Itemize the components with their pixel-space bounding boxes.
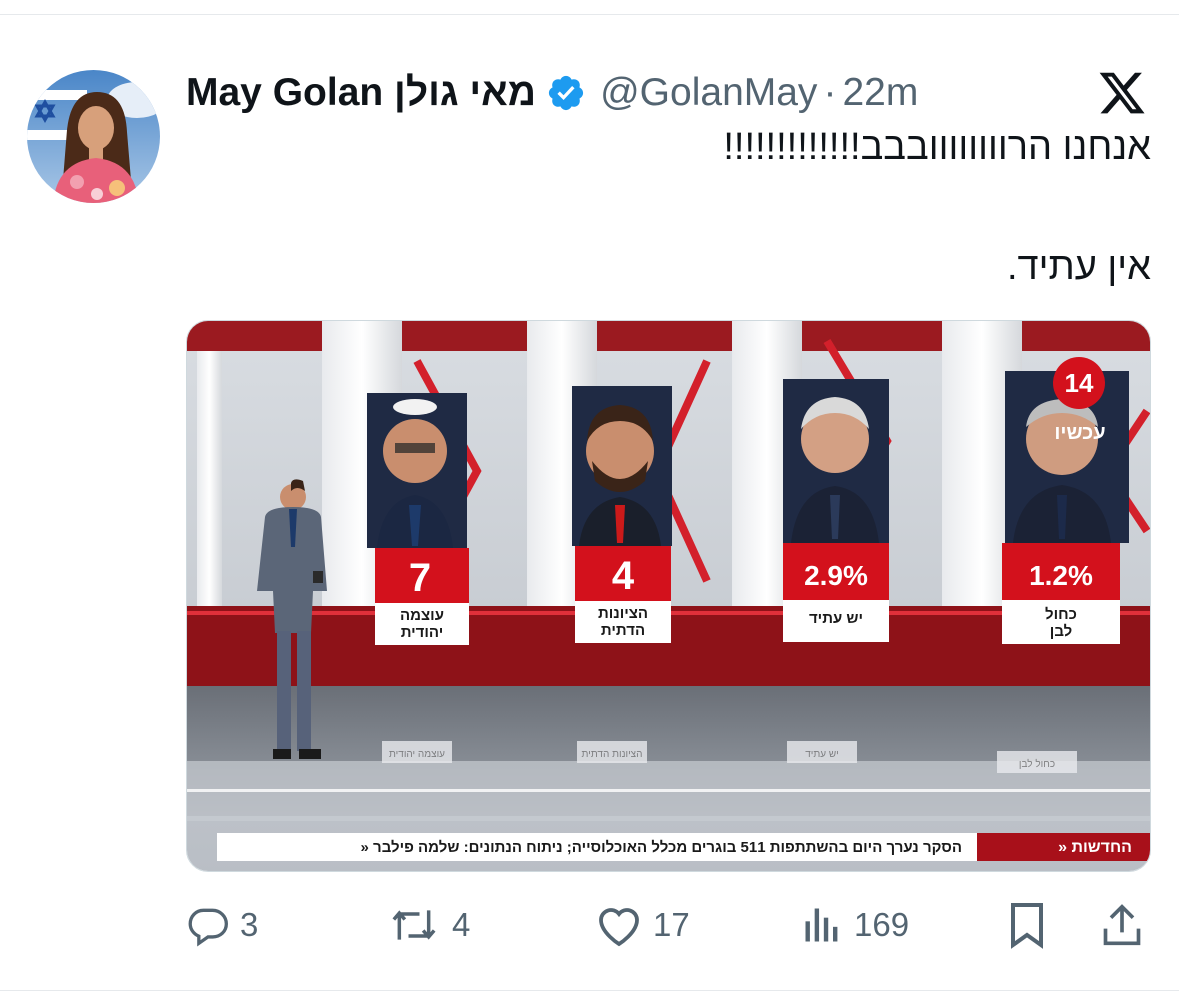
x-logo-icon[interactable] [1096,68,1148,118]
party-name-2a: הציונות [598,605,648,622]
floor-label-4: כחול לבן [1019,758,1055,770]
channel-number: 14 [1065,368,1094,398]
party-value-1: 7 [409,556,431,600]
views-button[interactable]: 169 [800,895,909,955]
tweet-text-line-2: אין עתיד. [1006,246,1151,288]
like-button[interactable]: 17 [595,895,690,955]
floor-label-2: הציונות הדתית [582,749,643,760]
party-name-3a: יש עתיד [809,610,863,627]
party-card-4 [1002,357,1129,644]
separator-dot: · [823,71,837,114]
studio-scene: 7 עוצמה יהודית 4 הציונות הדתית 2.9% יש ע… [187,321,1150,871]
party-name-2b: הדתית [601,622,645,639]
channel-tag: עכשיו [1054,422,1105,444]
party-name-4a: כחול [1045,606,1077,623]
party-value-2: 4 [612,554,635,598]
timestamp[interactable]: 22m [842,71,918,115]
floor-label-3: יש עתיד [805,749,839,760]
party-card-3 [783,379,889,642]
handle[interactable]: @GolanMay [600,71,817,115]
ticker-text: » הסקר נערך היום בהשתתפות 511 בוגרים מכל… [361,839,962,856]
bottom-divider [0,990,1179,991]
views-icon [805,908,838,942]
party-value-3: 2.9% [804,560,868,591]
repost-button[interactable]: 4 [386,895,470,955]
party-name-1a: עוצמה [400,607,444,624]
reply-button[interactable]: 3 [186,895,258,955]
avatar[interactable] [27,70,160,203]
share-button[interactable] [1100,895,1144,955]
bookmark-button[interactable] [1005,895,1049,955]
party-name-4b: לבן [1050,623,1072,640]
bookmark-icon [1011,903,1043,949]
tweet-text-line-1: אנחנו הרוווווווובבב!!!!!!!!!!!!! [723,126,1151,168]
floor-label-1: עוצמה יהודית [389,749,445,760]
tweet-header: May Golan מאי גולן @GolanMay · 22m [186,68,918,118]
ticker-brand: » החדשות [1058,839,1132,856]
party-name-1b: יהודית [401,624,444,641]
share-icon [1103,904,1141,946]
reply-icon [188,908,228,947]
top-divider [0,14,1179,15]
like-count: 17 [653,906,690,943]
party-value-4: 1.2% [1029,560,1093,591]
display-name[interactable]: May Golan מאי גולן [186,71,536,115]
views-count: 169 [854,906,910,943]
repost-icon [392,910,436,940]
tweet-action-bar: 3 4 17 169 [0,895,1179,955]
tweet-media-image[interactable]: 7 עוצמה יהודית 4 הציונות הדתית 2.9% יש ע… [186,320,1151,872]
like-icon [599,908,639,947]
repost-count: 4 [452,906,471,943]
reply-count: 3 [240,906,259,943]
verified-badge-icon[interactable] [546,73,586,113]
